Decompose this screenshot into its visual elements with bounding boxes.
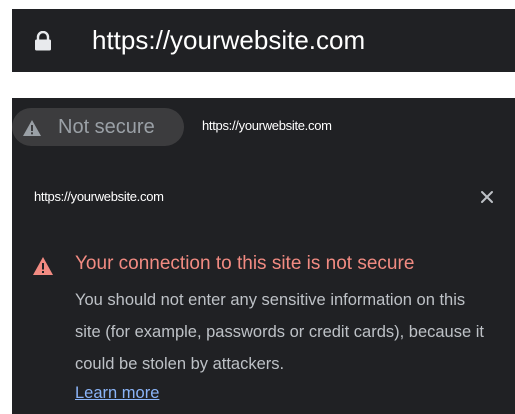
warning-icon [33, 257, 53, 275]
close-icon[interactable] [478, 188, 496, 206]
warning-description: You should not enter any sensitive infor… [75, 291, 484, 373]
warning-icon [23, 120, 41, 136]
learn-more-link[interactable]: Learn more [75, 382, 159, 404]
secure-address-bar[interactable]: https://yourwebsite.com [12, 9, 515, 72]
not-secure-label: Not secure [58, 116, 155, 138]
address-url[interactable]: https://yourwebsite.com [92, 23, 365, 57]
warning-title: Your connection to this site is not secu… [75, 253, 415, 274]
popup-site-url: https://yourwebsite.com [34, 189, 164, 204]
not-secure-chip[interactable]: Not secure [12, 108, 184, 146]
address-url[interactable]: https://yourwebsite.com [202, 118, 332, 134]
insecure-site-panel: Not secure https://yourwebsite.com https… [12, 98, 515, 414]
lock-icon[interactable] [34, 31, 52, 51]
